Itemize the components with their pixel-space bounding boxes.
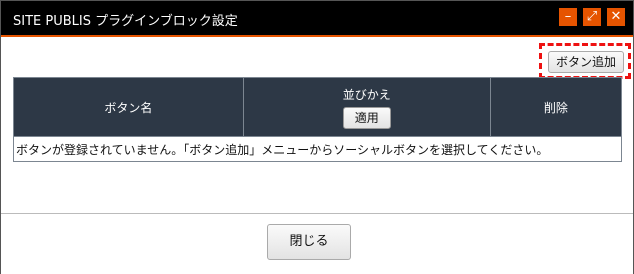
close-button[interactable]: 閉じる bbox=[267, 224, 351, 260]
add-button[interactable]: ボタン追加 bbox=[548, 51, 624, 73]
empty-message: ボタンが登録されていません。「ボタン追加」メニューからソーシャルボタンを選択して… bbox=[13, 136, 622, 162]
header-button-name: ボタン名 bbox=[13, 77, 244, 137]
apply-sort-button[interactable]: 適用 bbox=[342, 106, 391, 129]
close-icon[interactable]: ✕ bbox=[607, 8, 625, 26]
table-row: ボタンが登録されていません。「ボタン追加」メニューからソーシャルボタンを選択して… bbox=[13, 136, 622, 162]
minimize-icon[interactable]: – bbox=[559, 8, 577, 26]
header-sort: 並びかえ 適用 bbox=[242, 77, 491, 137]
header-sort-label: 並びかえ bbox=[342, 87, 391, 102]
plugin-block-settings-dialog: SITE PUBLIS プラグインブロック設定 – ⤢ ✕ ボタン追加 ボタン名… bbox=[0, 0, 634, 274]
add-button-highlight: ボタン追加 bbox=[539, 43, 631, 79]
title-bar[interactable]: SITE PUBLIS プラグインブロック設定 – ⤢ ✕ bbox=[1, 1, 633, 37]
header-delete: 削除 bbox=[489, 77, 623, 137]
dialog-footer: 閉じる bbox=[1, 213, 633, 274]
table-header-row: ボタン名 並びかえ 適用 削除 bbox=[13, 77, 623, 137]
buttons-table: ボタン名 並びかえ 適用 削除 ボタンが登録されていません。「ボタン追加」メニュ… bbox=[13, 77, 623, 162]
maximize-icon[interactable]: ⤢ bbox=[583, 8, 601, 26]
dialog-title: SITE PUBLIS プラグインブロック設定 bbox=[13, 14, 238, 29]
